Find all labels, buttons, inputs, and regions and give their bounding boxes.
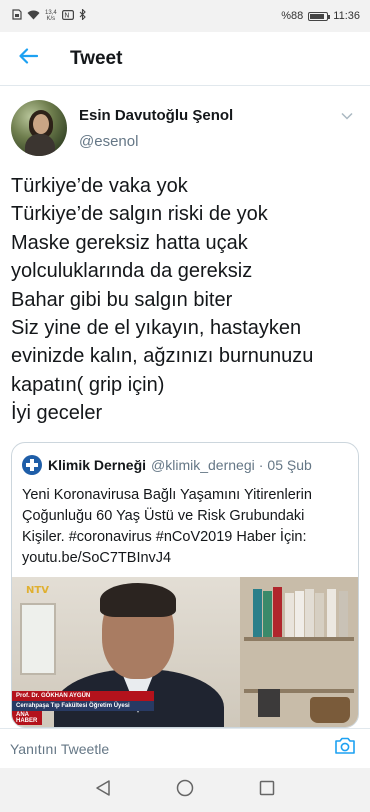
book [327,589,336,637]
reply-bar: Yanıtını Tweetle [0,728,370,768]
avatar-body [25,134,55,156]
chevron-down-icon [341,107,353,125]
tweet-text: Türkiye’de vaka yok Türkiye’de salgın ri… [11,172,360,428]
media-window [20,603,56,675]
back-button[interactable] [0,32,56,86]
tweet-line: yolculuklarında da gereksiz [11,260,253,283]
home-circle-icon [176,779,194,802]
nav-back-button[interactable] [91,778,115,802]
quote-date: 05 Şub [267,457,312,473]
battery-icon [308,11,331,21]
caption-title: Cerrahpaşa Tıp Fakültesi Öğretim Üyesi [12,701,154,711]
quote-line: Kişiler. #coronavirus #nCoV2019 Haber İç… [22,529,307,545]
quote-separator: · [258,457,264,473]
quote-line: Çoğunluğu 60 Yaş Üstü ve Risk Grubundaki [22,508,305,524]
reply-input[interactable]: Yanıtını Tweetle [10,741,109,757]
book [339,591,348,637]
tweet-line: Bahar gibi bu salgın biter [11,288,233,311]
top-header: Tweet [0,32,370,86]
camera-icon [334,737,356,760]
media-object [258,689,280,717]
tweet-line: evinizde kalın, ağzınızı burnunuzu [11,345,314,368]
quote-video-thumbnail[interactable]: NTV Prof. Dr. GÖKHAN AYGÜN Cerrahpaşa Tı… [12,577,358,727]
wifi-icon [27,10,40,23]
bluetooth-icon [79,8,86,23]
quoted-tweet[interactable]: Klimik Derneği @klimik_dernegi · 05 Şub … [11,442,359,728]
nav-home-button[interactable] [173,778,197,802]
tweet-line: Türkiye’de vaka yok [11,175,188,197]
camera-button[interactable] [332,736,358,762]
tweet-line: Siz yine de el yıkayın, hastayken [11,317,302,340]
channel-logo: NTV [26,585,49,596]
sim-icon [12,9,22,23]
book [273,587,282,637]
quote-line: Yeni Koronavirusa Bağlı Yaşamını Yitiren… [22,487,312,503]
book [285,593,294,637]
quote-line: youtu.be/SoC7TBInvJ4 [22,550,172,566]
author-name[interactable]: Esin Davutoğlu Şenol [79,106,335,126]
net-speed-unit: K/s [46,16,56,22]
svg-text:N: N [64,11,69,19]
avatar[interactable] [11,100,67,156]
nav-recents-button[interactable] [255,778,279,802]
book [305,589,314,637]
net-speed: 13,4 K/s [45,10,57,22]
status-left: 13,4 K/s N [12,8,86,23]
system-nav-bar [0,768,370,812]
quote-author-name: Klimik Derneği [48,457,147,473]
battery-percent: %88 [281,10,304,22]
status-bar: 13,4 K/s N %88 11:36 [0,0,370,32]
tweet-line: kapatın( grip için) [11,373,165,396]
status-right: %88 11:36 [281,10,360,22]
quote-header: Klimik Derneği @klimik_dernegi · 05 Şub [12,443,358,475]
avatar-face [33,114,49,134]
author-names: Esin Davutoğlu Şenol @esenol [79,100,335,152]
tweet-line: Maske gereksiz hatta uçak [11,231,248,254]
caption-tag: ANA HABER [12,711,42,725]
quote-text: Yeni Koronavirusa Bağlı Yaşamını Yitiren… [12,475,358,569]
tweet-menu-button[interactable] [335,104,359,128]
tweet-author: Esin Davutoğlu Şenol @esenol [11,100,359,158]
arrow-left-icon [18,48,39,69]
lower-third: Prof. Dr. GÖKHAN AYGÜN Cerrahpaşa Tıp Fa… [12,691,154,725]
clock: 11:36 [333,10,360,22]
tweet-line: Türkiye’de salgın riski de yok [11,203,268,226]
recents-square-icon [259,780,275,801]
author-handle[interactable]: @esenol [79,132,335,152]
back-triangle-icon [95,779,111,802]
quote-author-handle: @klimik_dernegi [151,457,255,473]
klimik-logo-icon [22,455,42,475]
book [253,589,262,637]
book [315,593,324,637]
page-title: Tweet [70,47,123,69]
person-hair [100,583,176,617]
book [295,591,304,637]
tweet-line: İyi geceler [11,402,103,425]
caption-name: Prof. Dr. GÖKHAN AYGÜN [12,691,154,701]
media-pot [310,697,350,723]
shelf [244,637,354,641]
book [263,591,272,637]
nfc-icon: N [61,9,74,23]
battery-fill [310,13,325,19]
